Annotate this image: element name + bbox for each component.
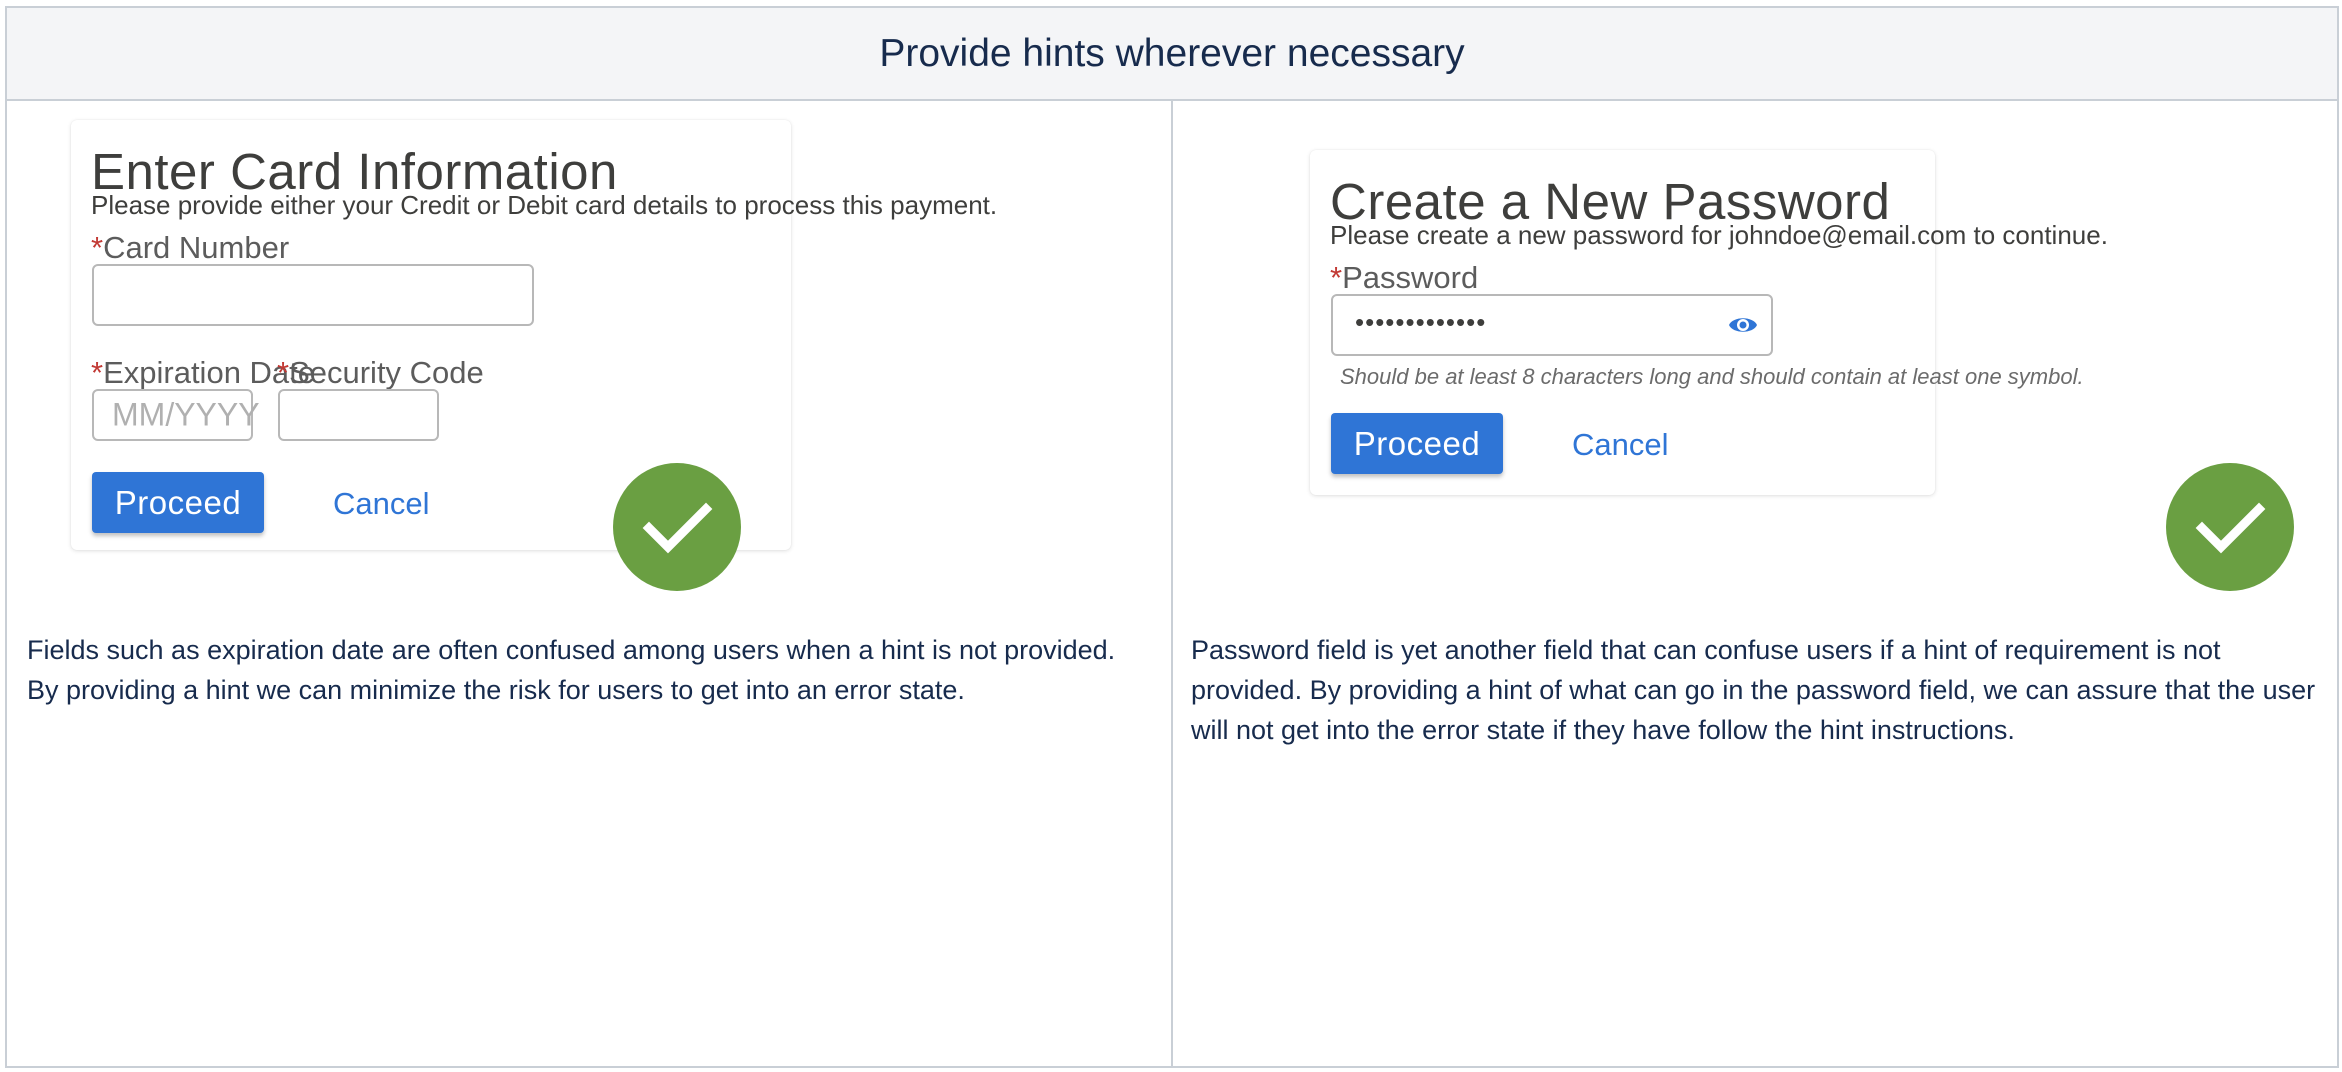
card-number-input[interactable] [92, 264, 534, 326]
required-marker: * [91, 355, 104, 390]
password-input[interactable]: ••••••••••••• [1331, 294, 1773, 356]
security-code-input[interactable] [278, 389, 439, 441]
card-number-label: *Card Number [91, 230, 289, 266]
cancel-button[interactable]: Cancel [1572, 427, 1669, 463]
required-marker: * [1330, 260, 1343, 295]
card-number-label-text: Card Number [103, 230, 290, 265]
card-form-subtitle: Please provide either your Credit or Deb… [91, 190, 998, 220]
password-masked-value: ••••••••••••• [1355, 307, 1487, 338]
cancel-button[interactable]: Cancel [333, 486, 430, 522]
password-hint: Should be at least 8 characters long and… [1340, 364, 2084, 389]
table-header: Provide hints wherever necessary [7, 8, 2337, 101]
security-code-label-text: Security Code [289, 355, 484, 390]
proceed-button[interactable]: Proceed [92, 472, 264, 533]
left-cell: Enter Card Information Please provide ei… [7, 101, 1171, 1066]
expiration-placeholder: MM/YYYY [112, 396, 260, 433]
proceed-button[interactable]: Proceed [1331, 413, 1503, 474]
eye-icon[interactable] [1728, 313, 1758, 337]
new-password-form: Create a New Password Please create a ne… [1310, 150, 2108, 495]
checkmark-icon [2166, 463, 2294, 591]
password-form-subtitle: Please create a new password for johndoe… [1330, 220, 2108, 250]
header-title: Provide hints wherever necessary [879, 31, 1465, 75]
left-description: Fields such as expiration date are often… [27, 635, 1116, 705]
password-label-text: Password [1342, 260, 1479, 295]
expiration-date-input[interactable]: MM/YYYY [92, 389, 260, 441]
password-label: *Password [1330, 260, 1478, 296]
right-cell: Create a New Password Please create a ne… [1173, 101, 2337, 1066]
comparison-table: Provide hints wherever necessary Enter C… [5, 6, 2339, 1068]
security-code-label: *Security Code [277, 355, 484, 391]
right-description: Password field is yet another field that… [1191, 635, 2316, 745]
required-marker: * [277, 355, 290, 390]
checkmark-icon [613, 463, 741, 591]
required-marker: * [91, 230, 104, 265]
